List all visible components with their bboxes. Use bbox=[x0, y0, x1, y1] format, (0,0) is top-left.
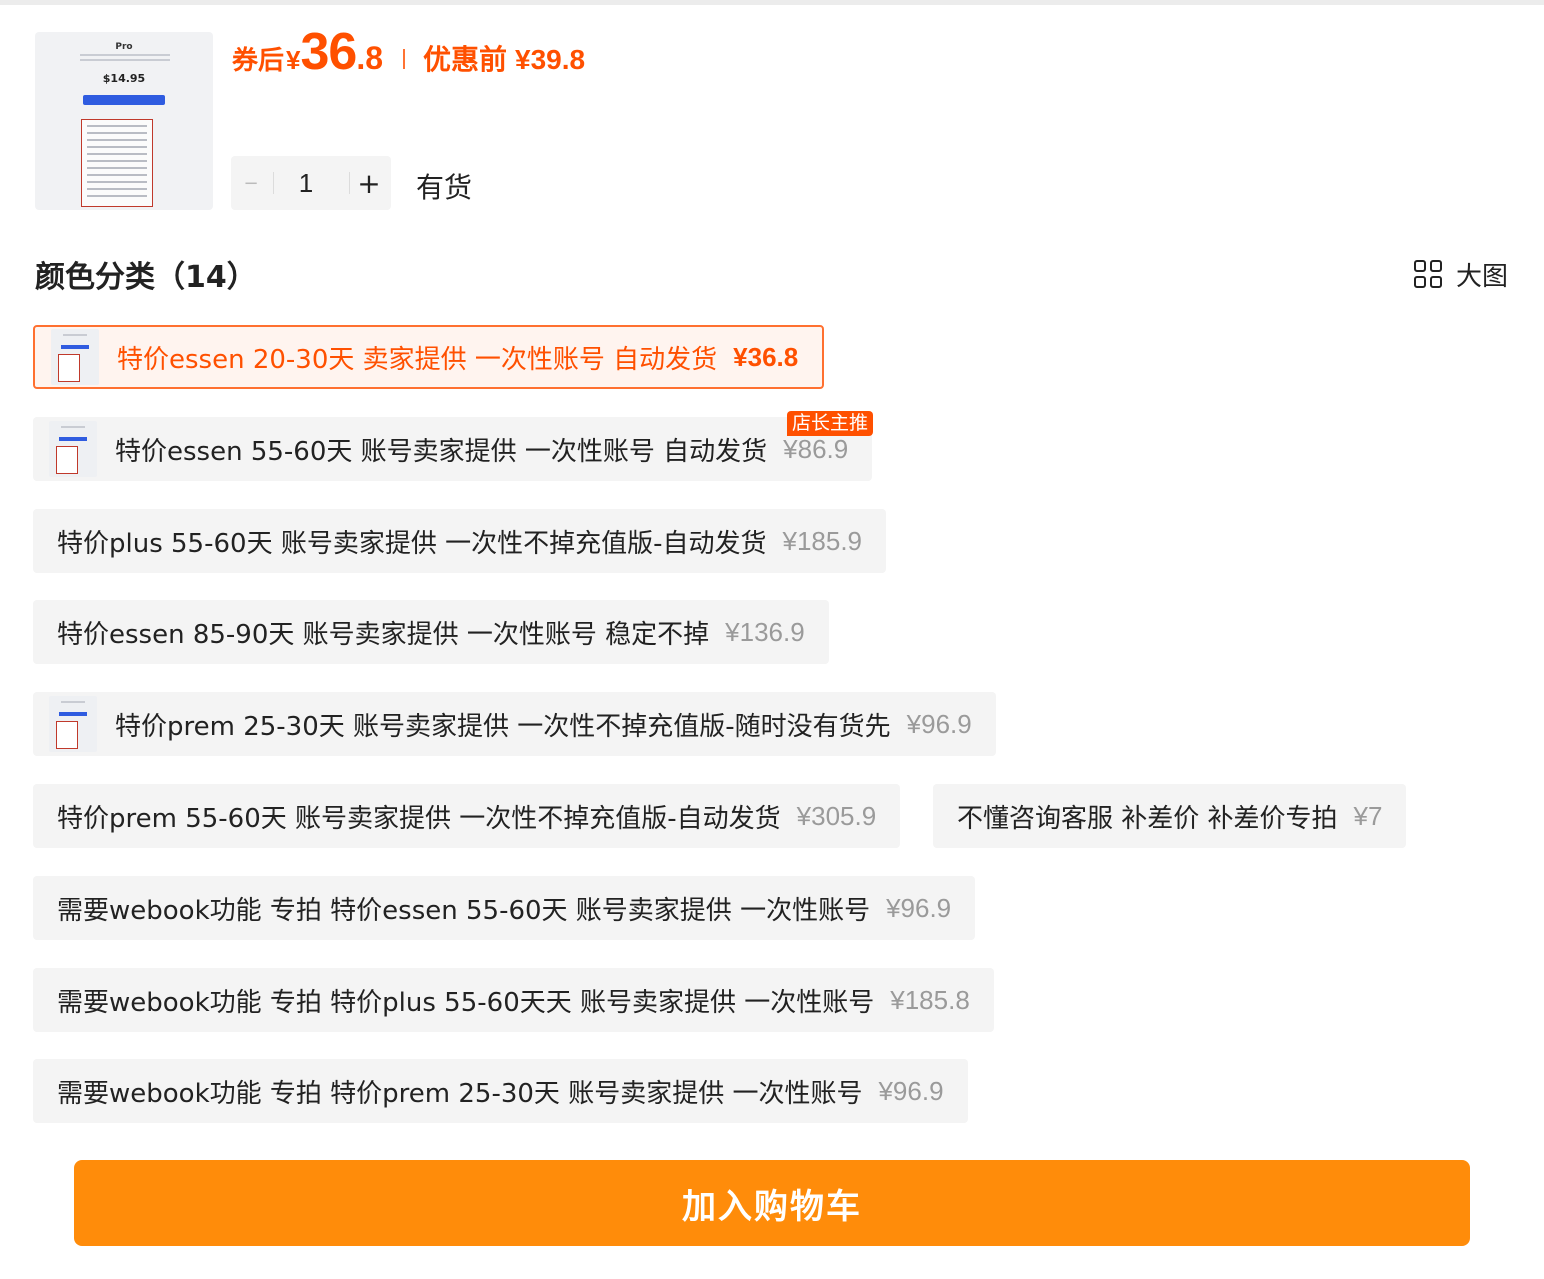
stock-status: 有货 bbox=[416, 171, 473, 204]
variant-thumbnail bbox=[49, 696, 97, 752]
variant-price: ¥36.8 bbox=[733, 341, 799, 372]
thumbnail-text-lines bbox=[80, 54, 170, 64]
variant-label: 需要webook功能 专拍 特价prem 25-30天 账号卖家提供 一次性账号 bbox=[57, 1078, 863, 1109]
stepper-divider bbox=[273, 172, 274, 194]
variant-option[interactable]: 特价prem 55-60天 账号卖家提供 一次性不掉充值版-自动发货 ¥305.… bbox=[33, 784, 901, 848]
thumbnail-feature-box bbox=[81, 119, 153, 207]
variant-price: ¥136.9 bbox=[725, 616, 805, 647]
big-view-toggle[interactable]: 大图 bbox=[1413, 256, 1508, 293]
currency-symbol: ¥ bbox=[286, 45, 301, 75]
variant-price: ¥7 bbox=[1353, 800, 1383, 831]
original-price: ¥39.8 bbox=[515, 44, 586, 75]
variant-option[interactable]: 特价prem 25-30天 账号卖家提供 一次性不掉充值版-随时没有货先 ¥96… bbox=[33, 692, 996, 756]
top-divider bbox=[0, 0, 1544, 5]
variant-price: ¥96.9 bbox=[878, 1075, 944, 1106]
variant-label: 特价essen 85-90天 账号卖家提供 一次性账号 稳定不掉 bbox=[57, 619, 710, 650]
variant-price: ¥86.9 bbox=[783, 433, 849, 464]
variant-option[interactable]: 需要webook功能 专拍 特价essen 55-60天 账号卖家提供 一次性账… bbox=[33, 876, 976, 940]
product-thumbnail[interactable]: Pro $14.95 bbox=[35, 32, 213, 210]
variant-option[interactable]: 特价plus 55-60天 账号卖家提供 一次性不掉充值版-自动发货 ¥185.… bbox=[33, 509, 887, 573]
coupon-price-label: 券后 bbox=[232, 45, 285, 75]
add-to-cart-button[interactable]: 加入购物车 bbox=[74, 1160, 1470, 1246]
variant-label: 需要webook功能 专拍 特价plus 55-60天天 账号卖家提供 一次性账… bbox=[57, 987, 875, 1018]
big-view-label: 大图 bbox=[1455, 262, 1508, 292]
variant-price: ¥96.9 bbox=[906, 708, 972, 739]
variant-price: ¥185.9 bbox=[782, 525, 863, 556]
thumbnail-title: Pro bbox=[115, 42, 133, 52]
variant-label: 不懂咨询客服 补差价 补差价专拍 bbox=[957, 803, 1338, 834]
variant-label: 特价prem 55-60天 账号卖家提供 一次性不掉充值版-自动发货 bbox=[57, 803, 781, 834]
price-display: 券后 ¥ 36 .8 优惠前 ¥39.8 bbox=[232, 22, 585, 82]
price-integer: 36 bbox=[300, 23, 357, 81]
variant-price: ¥185.8 bbox=[890, 984, 970, 1015]
quantity-increase-button[interactable]: + bbox=[347, 156, 391, 210]
variant-option[interactable]: 特价essen 55-60天 账号卖家提供 一次性账号 自动发货 ¥86.9 bbox=[33, 417, 873, 481]
variant-option[interactable]: 需要webook功能 专拍 特价prem 25-30天 账号卖家提供 一次性账号… bbox=[33, 1059, 968, 1123]
variant-price: ¥305.9 bbox=[796, 800, 877, 831]
variant-price: ¥96.9 bbox=[886, 892, 952, 923]
thumbnail-button-graphic bbox=[83, 95, 165, 105]
thumbnail-price: $14.95 bbox=[102, 72, 146, 85]
quantity-decrease-button[interactable]: − bbox=[231, 156, 271, 210]
quantity-value[interactable]: 1 bbox=[275, 156, 337, 210]
grid-view-icon bbox=[1413, 259, 1444, 290]
original-price-label: 优惠前 bbox=[423, 44, 508, 75]
price-decimal: .8 bbox=[356, 40, 384, 76]
variant-label: 特价plus 55-60天 账号卖家提供 一次性不掉充值版-自动发货 bbox=[57, 528, 767, 559]
variant-section-title: 颜色分类（14） bbox=[35, 260, 257, 295]
variant-label: 特价essen 20-30天 卖家提供 一次性账号 自动发货 bbox=[117, 344, 718, 375]
variant-option[interactable]: 不懂咨询客服 补差价 补差价专拍 ¥7 bbox=[933, 784, 1407, 848]
variant-thumbnail bbox=[51, 329, 99, 385]
quantity-stepper: − 1 + bbox=[231, 156, 391, 210]
variant-option[interactable]: 需要webook功能 专拍 特价plus 55-60天天 账号卖家提供 一次性账… bbox=[33, 968, 994, 1032]
variant-label: 需要webook功能 专拍 特价essen 55-60天 账号卖家提供 一次性账… bbox=[57, 895, 871, 926]
variant-label: 特价prem 25-30天 账号卖家提供 一次性不掉充值版-随时没有货先 bbox=[115, 711, 891, 742]
variant-option[interactable]: 特价essen 20-30天 卖家提供 一次性账号 自动发货 ¥36.8 bbox=[33, 325, 825, 389]
price-separator bbox=[403, 49, 406, 69]
variant-label: 特价essen 55-60天 账号卖家提供 一次性账号 自动发货 bbox=[115, 436, 768, 467]
recommended-badge: 店长主推 bbox=[787, 411, 874, 436]
variant-thumbnail bbox=[49, 421, 97, 477]
variant-option[interactable]: 特价essen 85-90天 账号卖家提供 一次性账号 稳定不掉 ¥136.9 bbox=[33, 600, 829, 664]
